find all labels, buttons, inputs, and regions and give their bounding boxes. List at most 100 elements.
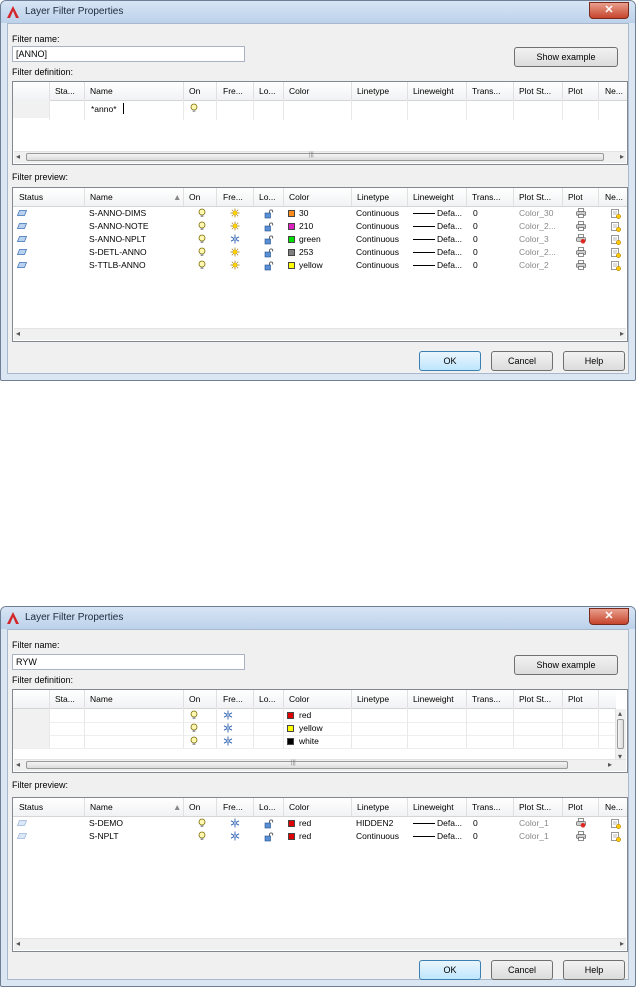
col-transparency[interactable]: Trans... (472, 802, 501, 812)
col-status[interactable]: Status (19, 192, 43, 202)
layer-lineweight[interactable]: Defa... (437, 247, 462, 257)
unlocked-padlock-icon[interactable] (264, 819, 274, 829)
scroll-right-arrow[interactable]: ▸ (608, 760, 612, 770)
layer-linetype[interactable]: Continuous (356, 208, 399, 218)
layer-transparency[interactable]: 0 (473, 221, 478, 231)
unlocked-padlock-icon[interactable] (264, 235, 274, 245)
layer-lineweight[interactable]: Defa... (437, 818, 462, 828)
layer-row[interactable]: S-TTLB-ANNO yellow Continuous Defa... 0 Color… (13, 259, 627, 272)
col-lineweight[interactable]: Lineweight (413, 86, 454, 96)
col-freeze[interactable]: Fre... (223, 694, 243, 704)
layer-name[interactable]: S-ANNO-NPLT (89, 234, 146, 244)
layer-linetype[interactable]: Continuous (356, 247, 399, 257)
filter-preview-grid[interactable]: Status Name ▲ On Fre... Lo... Color Line… (12, 797, 628, 952)
color-swatch[interactable] (288, 249, 295, 256)
scroll-left-arrow[interactable]: ◂ (16, 939, 20, 949)
definition-color-name[interactable]: white (299, 736, 319, 746)
scroll-thumb[interactable]: ||| (26, 760, 568, 769)
col-name[interactable]: Name (90, 86, 113, 96)
col-plot[interactable]: Plot (568, 694, 583, 704)
definition-color-name[interactable]: red (299, 710, 311, 720)
help-button[interactable]: Help (563, 960, 625, 980)
definition-vertical-scrollbar[interactable]: ▴ ▾ (615, 709, 626, 762)
layer-color-name[interactable]: red (299, 831, 311, 841)
col-status[interactable]: Status (19, 802, 43, 812)
scroll-right-arrow[interactable]: ▸ (620, 152, 624, 162)
color-swatch[interactable] (287, 738, 294, 745)
col-freeze[interactable]: Fre... (223, 86, 243, 96)
col-new-vp-freeze[interactable]: Ne... (605, 86, 623, 96)
row-selector[interactable] (13, 722, 49, 735)
new-viewport-freeze-icon[interactable] (611, 819, 621, 829)
no-plot-printer-icon[interactable] (576, 818, 586, 828)
layer-transparency[interactable]: 0 (473, 260, 478, 270)
printer-icon[interactable] (576, 260, 586, 270)
col-lock[interactable]: Lo... (259, 694, 276, 704)
row-selector[interactable] (13, 100, 49, 118)
definition-row[interactable]: yellow (13, 722, 617, 736)
cancel-button[interactable]: Cancel (491, 351, 553, 371)
scroll-left-arrow[interactable]: ◂ (16, 329, 20, 339)
lightbulb-icon[interactable] (197, 234, 207, 244)
layer-name[interactable]: S-TTLB-ANNO (89, 260, 146, 270)
filter-definition-grid[interactable]: Sta... Name On Fre... Lo... Color Linety… (12, 81, 628, 165)
snowflake-icon[interactable] (230, 234, 240, 244)
lightbulb-icon[interactable] (197, 208, 207, 218)
scroll-thumb[interactable] (617, 719, 624, 749)
col-linetype[interactable]: Linetype (357, 694, 389, 704)
row-selector[interactable] (13, 709, 49, 722)
col-linetype[interactable]: Linetype (357, 192, 389, 202)
layer-row[interactable]: S-DETL-ANNO 253 Continuous Defa... 0 Color_2.… (13, 246, 627, 259)
lightbulb-icon[interactable] (189, 103, 199, 113)
lightbulb-icon[interactable] (189, 710, 199, 720)
layer-lineweight[interactable]: Defa... (437, 260, 462, 270)
col-color[interactable]: Color (289, 802, 309, 812)
col-on[interactable]: On (189, 802, 200, 812)
layer-transparency[interactable]: 0 (473, 831, 478, 841)
col-plot-style[interactable]: Plot St... (519, 694, 551, 704)
lightbulb-icon[interactable] (197, 260, 207, 270)
unlocked-padlock-icon[interactable] (264, 209, 274, 219)
unlocked-padlock-icon[interactable] (264, 248, 274, 258)
new-viewport-freeze-icon[interactable] (611, 209, 621, 219)
scroll-left-arrow[interactable]: ◂ (16, 760, 20, 770)
filter-definition-grid[interactable]: Sta... Name On Fre... Lo... Color Linety… (12, 689, 628, 773)
snowflake-icon[interactable] (230, 818, 240, 828)
new-viewport-freeze-icon[interactable] (611, 832, 621, 842)
col-lineweight[interactable]: Lineweight (413, 802, 454, 812)
col-color[interactable]: Color (289, 86, 309, 96)
col-new-vp-freeze[interactable]: Ne... (605, 802, 623, 812)
layer-row[interactable]: S-ANNO-DIMS 30 Continuous Defa... 0 Color_30 (13, 207, 627, 220)
title-bar[interactable]: Layer Filter Properties ✕ (1, 607, 635, 629)
scroll-thumb[interactable]: ||| (26, 152, 604, 161)
col-transparency[interactable]: Trans... (472, 192, 501, 202)
col-plot[interactable]: Plot (568, 802, 583, 812)
col-freeze[interactable]: Fre... (223, 192, 243, 202)
sun-icon[interactable] (230, 247, 240, 257)
col-linetype[interactable]: Linetype (357, 86, 389, 96)
col-on[interactable]: On (189, 694, 200, 704)
snowflake-icon[interactable] (223, 710, 233, 720)
layer-plot-style[interactable]: Color_2 (519, 260, 549, 270)
layer-transparency[interactable]: 0 (473, 208, 478, 218)
help-button[interactable]: Help (563, 351, 625, 371)
ok-button[interactable]: OK (419, 960, 481, 980)
sun-icon[interactable] (230, 221, 240, 231)
color-swatch[interactable] (288, 820, 295, 827)
col-freeze[interactable]: Fre... (223, 802, 243, 812)
filter-name-input[interactable]: [ANNO] (12, 46, 245, 62)
layer-name[interactable]: S-ANNO-DIMS (89, 208, 146, 218)
preview-horizontal-scrollbar[interactable]: ◂ ▸ (14, 328, 626, 340)
layer-linetype[interactable]: Continuous (356, 260, 399, 270)
col-new-vp-freeze[interactable]: Ne... (605, 192, 623, 202)
layer-linetype[interactable]: HIDDEN2 (356, 818, 393, 828)
close-button[interactable]: ✕ (589, 608, 629, 625)
printer-icon[interactable] (576, 247, 586, 257)
definition-row[interactable]: red (13, 709, 617, 723)
layer-name[interactable]: S-NPLT (89, 831, 119, 841)
unlocked-padlock-icon[interactable] (264, 832, 274, 842)
col-color[interactable]: Color (289, 694, 309, 704)
color-swatch[interactable] (287, 725, 294, 732)
lightbulb-icon[interactable] (197, 247, 207, 257)
preview-horizontal-scrollbar[interactable]: ◂ ▸ (14, 938, 626, 950)
